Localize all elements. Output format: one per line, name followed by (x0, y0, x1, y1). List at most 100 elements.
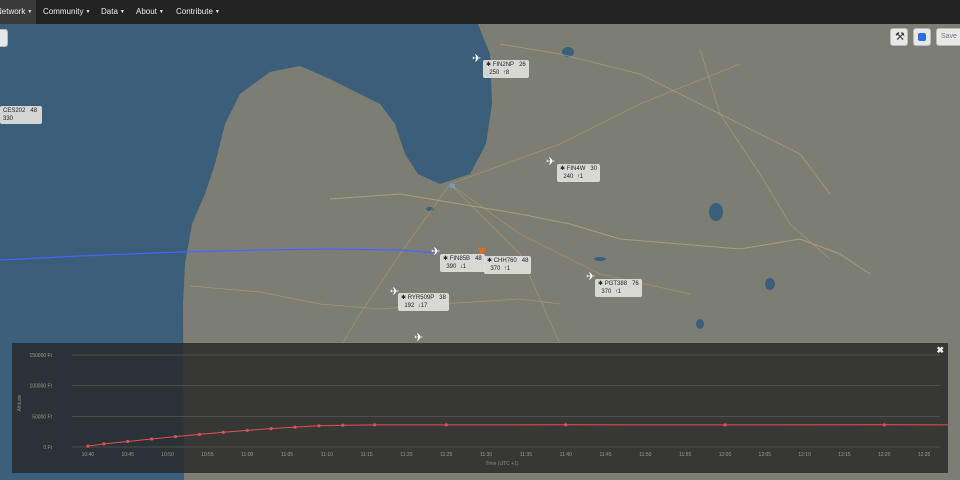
altitude-data-point (150, 437, 154, 441)
x-tick-label: 11:45 (599, 452, 611, 458)
caret-down-icon: ▼ (27, 9, 33, 15)
x-tick-label: 11:15 (361, 452, 373, 458)
flight-label: CES202 48 330 (0, 106, 42, 124)
x-tick-label: 11:25 (440, 452, 452, 458)
x-tick-label: 11:00 (241, 452, 253, 458)
altitude-data-point (86, 444, 90, 448)
nav-contribute[interactable]: Contribute ▼ (176, 0, 220, 24)
y-tick-label: 150000 Ft (29, 353, 52, 359)
flight-callsign: FIN4W (566, 166, 586, 172)
x-tick-label: 12:20 (878, 452, 891, 458)
x-tick-label: 12:15 (838, 452, 851, 458)
x-tick-label: 11:55 (679, 452, 691, 458)
flight-vertical: ↓1 (459, 264, 467, 270)
layers-button[interactable] (913, 28, 931, 46)
flight-altitude: 30 (590, 166, 598, 172)
x-tick-label: 12:05 (759, 452, 772, 458)
anchor-icon: ✱ (443, 256, 449, 262)
altitude-data-point (373, 423, 377, 427)
nav-community[interactable]: Community ▼ (43, 0, 90, 24)
x-tick-label: 11:40 (560, 452, 572, 458)
nav-network[interactable]: Network▼ (0, 0, 36, 24)
flight-speed: 370 (490, 266, 501, 272)
caret-down-icon: ▼ (85, 9, 91, 15)
map-menu-button[interactable] (0, 29, 8, 47)
anchor-icon: ✱ (487, 258, 493, 264)
altitude-data-point (126, 439, 130, 444)
altitude-data-point (293, 425, 297, 429)
altitude-data-point (341, 423, 345, 427)
flight-altitude: 38 (439, 295, 446, 301)
caret-down-icon: ▼ (214, 9, 220, 15)
x-tick-label: 11:20 (400, 452, 412, 458)
flight-callsign: CHH760 (493, 258, 517, 264)
flight-altitude: 48 (521, 258, 529, 264)
nav-data-label: Data (101, 7, 118, 17)
altitude-data-point (564, 423, 568, 427)
flight-speed: 240 (563, 174, 574, 180)
altitude-data-point (317, 424, 321, 428)
x-tick-label: 12:00 (719, 452, 732, 458)
flight-label: ✱ PGT388 76 370 ↑1 (595, 279, 642, 297)
nav-community-label: Community (43, 7, 84, 17)
flight-altitude: 76 (632, 281, 639, 287)
altitude-data-point (723, 423, 727, 427)
y-tick-label: 50000 Ft (32, 414, 52, 420)
y-axis-label: Altitude (17, 394, 23, 411)
flight-speed: 330 (3, 116, 14, 122)
nav-about[interactable]: About ▼ (136, 0, 164, 24)
x-tick-label: 10:50 (161, 452, 174, 458)
altitude-data-point (197, 432, 201, 436)
flight-vertical: ↑1 (576, 174, 584, 180)
flight-label: ✱ FIN4W 30 240 ↑1 (557, 164, 601, 182)
flight-altitude: 48 (475, 256, 482, 262)
altitude-chart: 150000 Ft 100000 Ft 50000 Ft 0 Ft 10:40 10:4… (17, 353, 960, 467)
flight-speed: 390 (446, 264, 457, 270)
plane-icon[interactable]: ✈ (431, 245, 440, 258)
flight-vertical: ↑1 (614, 289, 622, 295)
y-tick-label: 0 Ft (43, 445, 52, 451)
flight-callsign: CES202 (3, 108, 26, 114)
flight-vertical: ↑8 (502, 70, 510, 76)
flight-label: ✱ FIN85B 48 390 ↓1 (440, 254, 485, 272)
y-tick-label: 100000 Ft (29, 384, 52, 390)
x-tick-label: 12:25 (918, 452, 931, 458)
x-tick-label: 10:45 (121, 452, 134, 458)
layers-icon (918, 33, 926, 41)
plane-icon[interactable]: ✈ (546, 155, 555, 168)
x-tick-label: 10:55 (201, 452, 214, 458)
altitude-data-point (882, 423, 886, 427)
altitude-data-point (221, 430, 225, 434)
altitude-data-point (173, 435, 178, 439)
nav-about-label: About (136, 7, 157, 17)
flight-speed: 250 (489, 70, 500, 76)
x-tick-label: 12:10 (798, 452, 811, 458)
flight-callsign: FIN85B (449, 256, 471, 262)
flight-label: ✱ RYR509P 38 192 ↓17 (398, 293, 449, 311)
wrench-icon: ⚒ (895, 31, 905, 43)
x-tick-label: 11:35 (520, 452, 532, 458)
nav-network-label: Network (0, 7, 26, 17)
top-navbar: Network▼ Community▼ Data▼ About▼ Contrib… (0, 0, 960, 24)
x-tick-label: 10:40 (82, 452, 95, 458)
anchor-icon: ✱ (598, 281, 604, 287)
flight-vertical: ↓17 (417, 303, 428, 309)
flight-label: ✱ FIN2NP 26 250 ↑8 (483, 60, 529, 78)
altitude-data-point (245, 428, 249, 432)
plane-icon[interactable]: ✈ (472, 52, 481, 65)
altitude-data-point (102, 442, 106, 446)
flight-altitude: 26 (519, 62, 526, 68)
caret-down-icon: ▼ (119, 9, 125, 15)
close-icon[interactable]: ✖ (936, 345, 944, 356)
save-button-label: Save (941, 33, 957, 40)
altitude-chart-panel: ✖ 150000 Ft 100000 Ft 50000 Ft 0 Ft 10:40 10… (12, 343, 960, 473)
anchor-icon: ✱ (401, 295, 407, 301)
x-axis-label: Time (UTC +1) (485, 461, 518, 467)
flight-callsign: FIN2NP (492, 62, 515, 68)
nav-contribute-label: Contribute (176, 7, 213, 17)
plane-icon[interactable]: ✈ (586, 270, 595, 283)
save-button[interactable]: Save (936, 28, 960, 46)
nav-data[interactable]: Data ▼ (101, 0, 125, 24)
x-tick-label: 11:05 (281, 452, 293, 458)
tools-button[interactable]: ⚒ (890, 28, 908, 46)
